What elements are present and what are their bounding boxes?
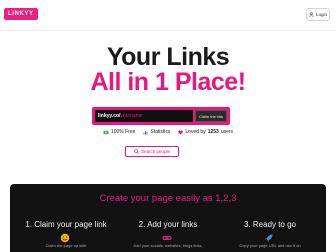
- step-description: Add your socials, websites, blogs links,: [133, 243, 203, 248]
- hero-title-line2: All in 1 Place!: [90, 68, 246, 96]
- step-description: Claim the page up with: [45, 243, 87, 248]
- step-claim: 1. Claim your page link Claim the page u…: [16, 220, 116, 248]
- step-ready: 3. Ready to go Copy your page URL and us…: [220, 220, 320, 248]
- claim-link-form: linkyy.co/yourname Claim the link: [92, 107, 230, 125]
- step-add-links: 2. Add your links Add your socials, webs…: [118, 220, 218, 248]
- search-people-label: Search people: [140, 149, 171, 154]
- stat-statistics: Statistics: [143, 128, 170, 136]
- login-label: Login: [315, 12, 327, 17]
- claim-link-input[interactable]: linkyy.co/yourname: [95, 110, 193, 122]
- top-navbar: LINKYY Login: [0, 0, 336, 31]
- money-icon: [103, 130, 109, 134]
- user-icon: [309, 12, 314, 17]
- stat-users-prefix: Loved by: [185, 129, 206, 135]
- chart-icon: [143, 130, 148, 134]
- username-placeholder: yourname: [120, 113, 143, 119]
- step-title: 2. Add your links: [138, 220, 198, 229]
- logo[interactable]: LINKYY: [4, 8, 38, 20]
- user-count: 1253: [207, 129, 219, 135]
- step-title: 3. Ready to go: [243, 220, 297, 229]
- link-icon: [162, 236, 172, 240]
- section-title: Create your page easily as 1,2,3: [99, 193, 237, 204]
- step-title: 1. Claim your page link: [25, 220, 107, 229]
- step-description: Copy your page URL and use it on: [239, 243, 301, 248]
- heart-icon: [178, 130, 184, 134]
- search-icon: [134, 149, 139, 154]
- how-it-works-section: Create your page easily as 1,2,3 1. Clai…: [10, 184, 326, 252]
- stat-users-suffix: users: [220, 129, 234, 135]
- claim-link-button[interactable]: Claim the link: [195, 110, 227, 122]
- stat-free: 100% Free: [103, 128, 135, 136]
- hero-title-line1: Your Links: [106, 43, 230, 71]
- smile-icon: [60, 233, 70, 243]
- url-prefix: linkyy.co/: [98, 113, 121, 119]
- steps-list: 1. Claim your page link Claim the page u…: [10, 220, 326, 252]
- login-button[interactable]: Login: [306, 8, 330, 21]
- rocket-icon: [265, 234, 273, 242]
- hero-stats: 100% Free Statistics Loved by 1253 users: [0, 128, 336, 136]
- stat-free-label: 100% Free: [110, 129, 136, 135]
- stat-statistics-label: Statistics: [150, 129, 171, 135]
- search-people-button[interactable]: Search people: [125, 146, 179, 157]
- stat-users: Loved by 1253 users: [178, 128, 233, 136]
